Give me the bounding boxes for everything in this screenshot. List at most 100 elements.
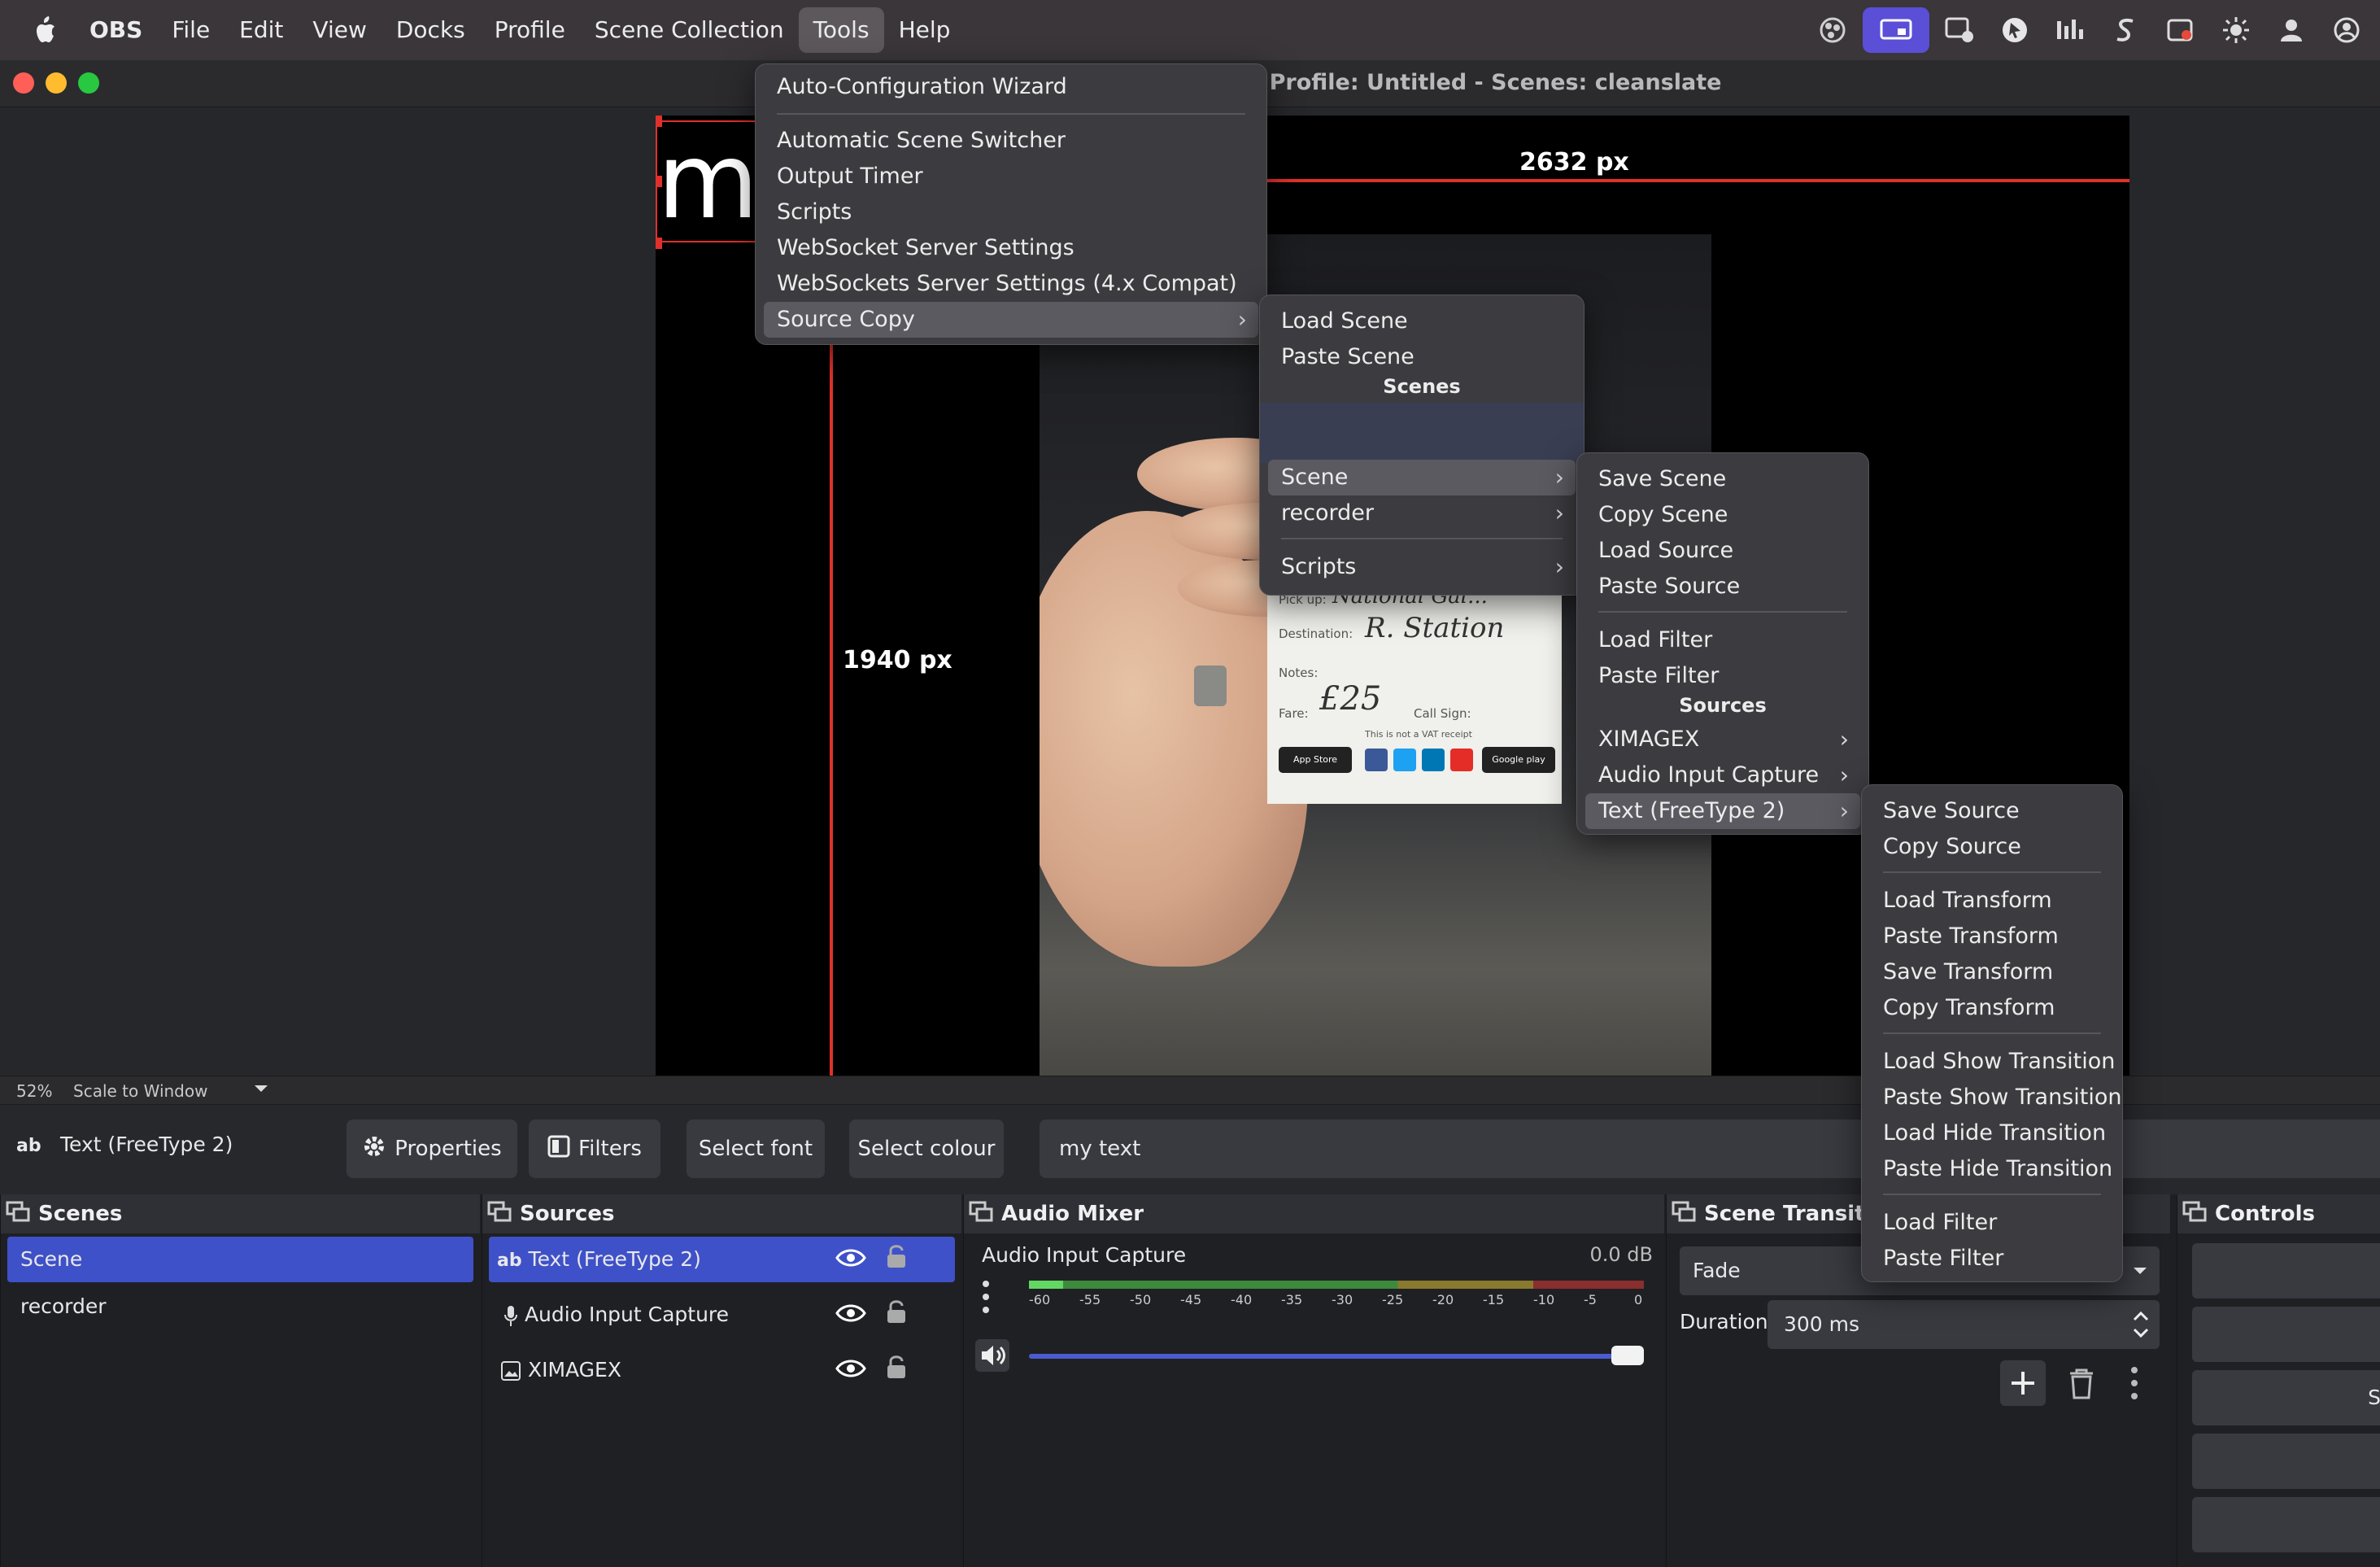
filters-button[interactable]: Filters	[529, 1120, 660, 1178]
menu-separator	[1598, 611, 1847, 613]
brightness-icon[interactable]	[2211, 7, 2261, 53]
menu-item-recorder[interactable]: recorder ›	[1268, 495, 1576, 531]
menu-item-ximagex[interactable]: XIMAGEX ›	[1585, 722, 1860, 757]
visibility-eye-icon[interactable]	[835, 1359, 866, 1381]
more-vertical-icon[interactable]	[2129, 1365, 2140, 1404]
menu-item-paste-filter[interactable]: Paste Filter	[1585, 658, 1860, 694]
control-button[interactable]: S	[2192, 1370, 2380, 1425]
chevron-right-icon: ›	[1554, 464, 1564, 491]
activity-monitor-icon[interactable]	[1934, 7, 1985, 53]
menu-item-load-source[interactable]: Load Source	[1585, 533, 1860, 569]
menu-tools[interactable]: Tools	[798, 7, 884, 53]
menu-item-label: Audio Input Capture	[1598, 762, 1820, 788]
undock-icon[interactable]	[487, 1201, 512, 1228]
menu-item-save-scene[interactable]: Save Scene	[1585, 461, 1860, 497]
undock-icon[interactable]	[1672, 1201, 1696, 1228]
properties-button[interactable]: Properties	[347, 1120, 517, 1178]
user-icon[interactable]	[2266, 7, 2317, 53]
trash-icon[interactable]	[2067, 1367, 2096, 1403]
menu-item-copy-source[interactable]: Copy Source	[1870, 829, 2114, 865]
menu-item-output-timer[interactable]: Output Timer	[764, 159, 1258, 194]
menu-item-source-copy[interactable]: Source Copy ›	[764, 302, 1258, 338]
scale-mode-select[interactable]: Scale to Window	[73, 1081, 207, 1101]
minimize-window-button[interactable]	[46, 72, 67, 94]
menu-item-text-freetype[interactable]: Text (FreeType 2) ›	[1585, 793, 1860, 829]
menu-item-paste-scene[interactable]: Paste Scene	[1268, 339, 1576, 375]
resize-handle[interactable]	[656, 116, 662, 127]
stats-icon[interactable]	[2045, 7, 2095, 53]
menu-item-paste-hide-transition[interactable]: Paste Hide Transition	[1870, 1151, 2114, 1187]
menu-item-load-hide-transition[interactable]: Load Hide Transition	[1870, 1115, 2114, 1151]
scribble-icon[interactable]	[2100, 7, 2151, 53]
menu-view[interactable]: View	[298, 7, 381, 53]
menu-item-scripts-sub[interactable]: Scripts ›	[1268, 549, 1576, 585]
select-colour-button[interactable]: Select colour	[849, 1120, 1004, 1178]
control-button[interactable]	[2192, 1307, 2380, 1362]
menu-item-paste-show-transition[interactable]: Paste Show Transition	[1870, 1080, 2121, 1115]
menu-scene-collection[interactable]: Scene Collection	[580, 7, 799, 53]
menu-item-load-scene[interactable]: Load Scene	[1268, 303, 1576, 339]
record-icon[interactable]	[2156, 7, 2206, 53]
menu-item-copy-transform[interactable]: Copy Transform	[1870, 990, 2114, 1026]
menu-item-save-source[interactable]: Save Source	[1870, 793, 2114, 829]
visibility-eye-icon[interactable]	[835, 1303, 866, 1326]
menu-item-load-show-transition[interactable]: Load Show Transition	[1870, 1044, 2115, 1080]
duration-spinbox[interactable]: 300 ms	[1768, 1300, 2160, 1349]
undock-icon[interactable]	[2182, 1201, 2207, 1228]
speaker-icon[interactable]	[975, 1339, 1009, 1375]
visibility-eye-icon[interactable]	[835, 1248, 866, 1271]
control-button[interactable]	[2192, 1243, 2380, 1299]
resize-handle[interactable]	[656, 238, 662, 249]
stepper-arrows-icon[interactable]	[2130, 1305, 2151, 1362]
apple-icon[interactable]	[15, 0, 75, 60]
menu-item-save-transform[interactable]: Save Transform	[1870, 954, 2114, 990]
text-icon: ab	[497, 1251, 522, 1271]
menu-item-load-filter[interactable]: Load Filter	[1585, 622, 1860, 658]
volume-slider-thumb[interactable]	[1611, 1346, 1644, 1365]
menu-item-websocket-settings[interactable]: WebSocket Server Settings	[764, 230, 1258, 266]
menu-edit[interactable]: Edit	[224, 7, 298, 53]
text-content-field[interactable]: my text	[1040, 1120, 2380, 1178]
scene-item-recorder[interactable]: recorder	[7, 1284, 473, 1329]
undock-icon[interactable]	[6, 1201, 30, 1228]
chevron-right-icon: ›	[1839, 762, 1849, 788]
meter-scale-tick: 0	[1634, 1292, 1643, 1307]
scene-item-scene[interactable]: Scene	[7, 1237, 473, 1282]
menu-item-automatic-scene-switcher[interactable]: Automatic Scene Switcher	[764, 123, 1258, 159]
obs-tray-icon[interactable]	[1807, 7, 1858, 53]
menu-item-audio-input-capture[interactable]: Audio Input Capture ›	[1585, 757, 1860, 793]
resize-handle[interactable]	[656, 176, 662, 187]
menu-item-auto-config-wizard[interactable]: Auto-Configuration Wizard	[764, 69, 1258, 105]
lock-icon[interactable]	[886, 1243, 907, 1272]
control-button[interactable]	[2192, 1434, 2380, 1489]
menu-app-obs[interactable]: OBS	[75, 7, 157, 53]
close-window-button[interactable]	[13, 72, 34, 94]
menu-profile[interactable]: Profile	[480, 7, 580, 53]
screen-share-icon[interactable]	[1863, 7, 1929, 53]
account-icon[interactable]	[2321, 7, 2372, 53]
zoom-window-button[interactable]	[78, 72, 99, 94]
volume-slider-track[interactable]	[1029, 1354, 1644, 1359]
cursor-icon[interactable]	[1990, 7, 2040, 53]
menu-item-paste-transform[interactable]: Paste Transform	[1870, 919, 2114, 954]
menu-help[interactable]: Help	[884, 7, 966, 53]
lock-icon[interactable]	[886, 1299, 907, 1328]
chevron-down-icon[interactable]	[252, 1080, 270, 1102]
more-vertical-icon[interactable]	[980, 1279, 992, 1318]
menu-item-load-transform[interactable]: Load Transform	[1870, 883, 2114, 919]
add-transition-icon[interactable]	[2000, 1360, 2046, 1409]
menu-item-load-filter-src[interactable]: Load Filter	[1870, 1205, 2114, 1241]
menu-item-scene[interactable]: Scene ›	[1268, 460, 1576, 495]
menu-item-paste-filter-src[interactable]: Paste Filter	[1870, 1241, 2114, 1277]
control-button[interactable]	[2192, 1497, 2380, 1552]
receipt-destination-value: R. Station	[1365, 612, 1505, 644]
lock-icon[interactable]	[886, 1354, 907, 1383]
menu-docks[interactable]: Docks	[381, 7, 480, 53]
menu-item-websocket-compat-settings[interactable]: WebSockets Server Settings (4.x Compat)	[764, 266, 1258, 302]
menu-item-paste-source[interactable]: Paste Source	[1585, 569, 1860, 605]
undock-icon[interactable]	[969, 1201, 993, 1228]
menu-item-scripts[interactable]: Scripts	[764, 194, 1258, 230]
menu-item-copy-scene[interactable]: Copy Scene	[1585, 497, 1860, 533]
menu-file[interactable]: File	[157, 7, 224, 53]
select-font-button[interactable]: Select font	[687, 1120, 825, 1178]
